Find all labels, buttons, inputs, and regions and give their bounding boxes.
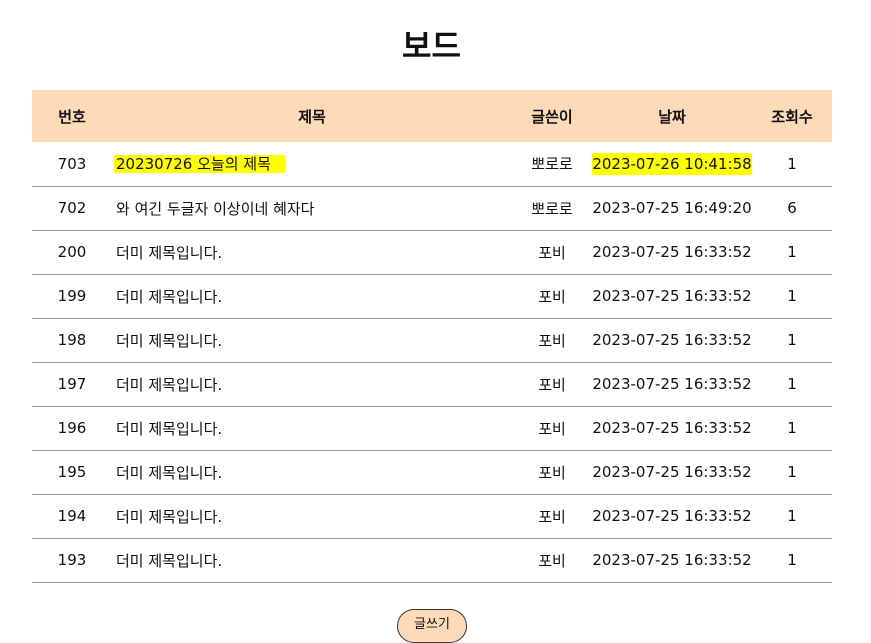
post-number: 199 xyxy=(57,287,87,305)
post-title-link[interactable]: 더미 제목입니다. xyxy=(114,552,224,570)
post-date: 2023-07-26 10:41:58 xyxy=(592,142,752,186)
post-title-link[interactable]: 더미 제목입니다. xyxy=(114,420,224,438)
post-date-text: 2023-07-25 16:33:52 xyxy=(592,375,752,393)
post-title-cell: 더미 제목입니다. xyxy=(112,538,512,582)
table-row[interactable]: 703 20230726 오늘의 제목 뽀로로 2023-07-26 10:41… xyxy=(32,142,832,186)
post-number: 193 xyxy=(57,551,87,569)
post-views: 6 xyxy=(787,199,797,217)
post-author: 포비 xyxy=(538,463,566,482)
post-date: 2023-07-25 16:33:52 xyxy=(592,274,752,318)
post-author: 포비 xyxy=(538,243,566,262)
post-number: 195 xyxy=(57,463,87,481)
table-row[interactable]: 199 더미 제목입니다. 포비 2023-07-25 16:33:52 1 xyxy=(32,274,832,318)
board-table-header: 번호 제목 글쓴이 날짜 조회수 xyxy=(32,90,832,142)
post-views: 1 xyxy=(787,507,797,525)
post-author: 포비 xyxy=(538,331,566,350)
post-title-cell: 더미 제목입니다. xyxy=(112,494,512,538)
post-title-link[interactable]: 더미 제목입니다. xyxy=(114,288,224,306)
post-author: 포비 xyxy=(538,507,566,526)
post-number: 198 xyxy=(57,331,87,349)
post-author: 포비 xyxy=(538,287,566,306)
post-date: 2023-07-25 16:33:52 xyxy=(592,406,752,450)
board-table: 번호 제목 글쓴이 날짜 조회수 703 20230726 오늘의 제목 뽀로로… xyxy=(32,90,832,583)
post-date-text: 2023-07-25 16:33:52 xyxy=(592,551,752,569)
post-title-cell: 더미 제목입니다. xyxy=(112,362,512,406)
post-date: 2023-07-25 16:33:52 xyxy=(592,538,752,582)
post-title-link[interactable]: 20230726 오늘의 제목 xyxy=(114,155,285,174)
post-date-text: 2023-07-25 16:33:52 xyxy=(592,243,752,261)
table-row[interactable]: 198 더미 제목입니다. 포비 2023-07-25 16:33:52 1 xyxy=(32,318,832,362)
post-title-cell: 더미 제목입니다. xyxy=(112,406,512,450)
post-number: 196 xyxy=(57,419,87,437)
post-date-text: 2023-07-25 16:33:52 xyxy=(592,287,752,305)
post-date: 2023-07-25 16:33:52 xyxy=(592,494,752,538)
post-views: 1 xyxy=(787,463,797,481)
post-title-cell: 더미 제목입니다. xyxy=(112,230,512,274)
post-title-link[interactable]: 더미 제목입니다. xyxy=(114,508,224,526)
post-author: 포비 xyxy=(538,375,566,394)
post-views: 1 xyxy=(787,287,797,305)
table-row[interactable]: 194 더미 제목입니다. 포비 2023-07-25 16:33:52 1 xyxy=(32,494,832,538)
post-number: 703 xyxy=(57,154,87,173)
post-date-text: 2023-07-25 16:33:52 xyxy=(592,463,752,481)
post-views: 1 xyxy=(787,243,797,261)
post-author: 포비 xyxy=(538,419,566,438)
post-title-cell: 와 여긴 두글자 이상이네 혜자다 xyxy=(112,186,512,230)
post-date: 2023-07-25 16:33:52 xyxy=(592,230,752,274)
post-views: 1 xyxy=(787,551,797,569)
post-date-text: 2023-07-25 16:33:52 xyxy=(592,507,752,525)
post-date-text: 2023-07-26 10:41:58 xyxy=(592,152,752,175)
post-title-link[interactable]: 더미 제목입니다. xyxy=(114,332,224,350)
post-views: 1 xyxy=(787,375,797,393)
post-views: 1 xyxy=(787,419,797,437)
header-author: 글쓴이 xyxy=(531,107,573,126)
post-date-text: 2023-07-25 16:49:20 xyxy=(592,199,752,217)
table-row[interactable]: 196 더미 제목입니다. 포비 2023-07-25 16:33:52 1 xyxy=(32,406,832,450)
header-views: 조회수 xyxy=(771,107,813,126)
table-row[interactable]: 193 더미 제목입니다. 포비 2023-07-25 16:33:52 1 xyxy=(32,538,832,582)
post-date: 2023-07-25 16:33:52 xyxy=(592,318,752,362)
board-table-body: 703 20230726 오늘의 제목 뽀로로 2023-07-26 10:41… xyxy=(32,142,832,582)
header-title: 제목 xyxy=(298,107,326,126)
post-title-cell: 20230726 오늘의 제목 xyxy=(112,142,512,186)
post-author: 포비 xyxy=(538,551,566,570)
post-number: 702 xyxy=(57,199,87,217)
header-number: 번호 xyxy=(58,107,86,126)
post-date: 2023-07-25 16:49:20 xyxy=(592,186,752,230)
post-views: 1 xyxy=(787,154,797,173)
post-title-link[interactable]: 더미 제목입니다. xyxy=(114,376,224,394)
post-date: 2023-07-25 16:33:52 xyxy=(592,362,752,406)
post-number: 194 xyxy=(57,507,87,525)
table-row[interactable]: 702 와 여긴 두글자 이상이네 혜자다 뽀로로 2023-07-25 16:… xyxy=(32,186,832,230)
post-title-cell: 더미 제목입니다. xyxy=(112,318,512,362)
post-author: 뽀로로 xyxy=(531,155,573,174)
post-views: 1 xyxy=(787,331,797,349)
post-date-text: 2023-07-25 16:33:52 xyxy=(592,419,752,437)
table-row[interactable]: 195 더미 제목입니다. 포비 2023-07-25 16:33:52 1 xyxy=(32,450,832,494)
post-title-cell: 더미 제목입니다. xyxy=(112,450,512,494)
table-row[interactable]: 197 더미 제목입니다. 포비 2023-07-25 16:33:52 1 xyxy=(32,362,832,406)
post-number: 197 xyxy=(57,375,87,393)
post-title-link[interactable]: 와 여긴 두글자 이상이네 혜자다 xyxy=(114,200,316,218)
header-row: 번호 제목 글쓴이 날짜 조회수 xyxy=(32,90,832,142)
page-title: 보드 xyxy=(402,27,461,65)
post-date: 2023-07-25 16:33:52 xyxy=(592,450,752,494)
header-date: 날짜 xyxy=(658,107,686,126)
post-author: 뽀로로 xyxy=(531,199,573,218)
post-title-link[interactable]: 더미 제목입니다. xyxy=(114,244,224,262)
post-title-cell: 더미 제목입니다. xyxy=(112,274,512,318)
post-date-text: 2023-07-25 16:33:52 xyxy=(592,331,752,349)
table-row[interactable]: 200 더미 제목입니다. 포비 2023-07-25 16:33:52 1 xyxy=(32,230,832,274)
post-number: 200 xyxy=(57,243,87,261)
post-title-link[interactable]: 더미 제목입니다. xyxy=(114,464,224,482)
